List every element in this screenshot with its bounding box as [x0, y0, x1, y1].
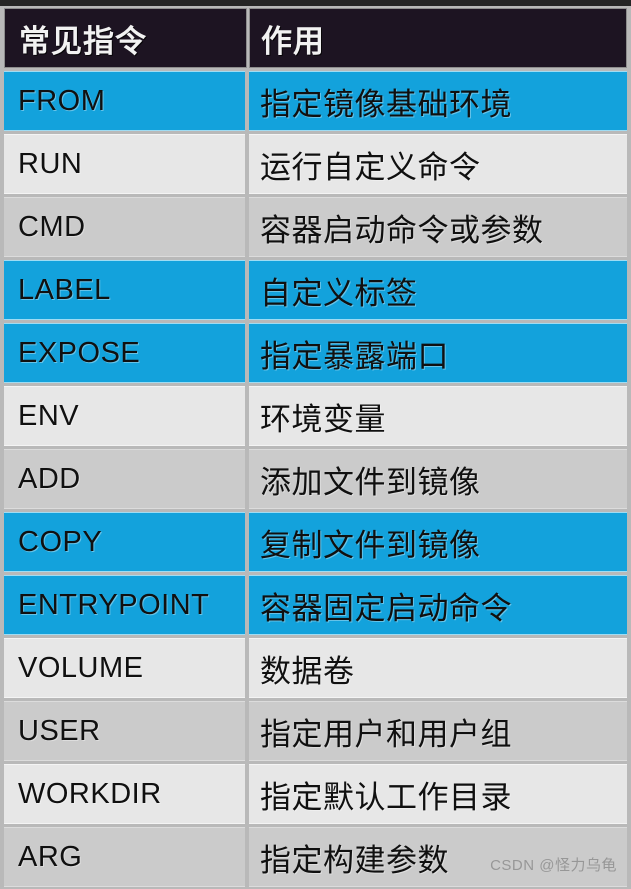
description-label: 环境变量 — [260, 401, 386, 437]
cell-description: 复制文件到镜像 — [249, 512, 627, 572]
table-row: COPY 复制文件到镜像 — [4, 511, 627, 574]
table-row: VOLUME 数据卷 — [4, 637, 627, 700]
header-cell-description: 作用 — [249, 8, 627, 68]
cell-description: 指定默认工作目录 — [249, 764, 627, 824]
description-label: 容器启动命令或参数 — [260, 212, 544, 248]
description-label: 自定义标签 — [260, 275, 418, 311]
command-label: FROM — [18, 84, 106, 117]
table-row: EXPOSE 指定暴露端口 — [4, 322, 627, 385]
cell-command: ENTRYPOINT — [4, 575, 245, 635]
cell-description: 添加文件到镜像 — [249, 449, 627, 509]
table-row: ADD 添加文件到镜像 — [4, 448, 627, 511]
docker-instruction-table-page: 常见指令 作用 FROM 指定镜像基础环境 RUN 运行自定义命令 CMD 容器启动命令或… — [0, 0, 631, 889]
header-description-label: 作用 — [261, 23, 325, 59]
cell-description: 指定暴露端口 — [249, 323, 627, 383]
cell-command: USER — [4, 701, 245, 761]
cell-description: 容器启动命令或参数 — [249, 197, 627, 257]
cell-command: CMD — [4, 197, 245, 257]
table-body: FROM 指定镜像基础环境 RUN 运行自定义命令 CMD 容器启动命令或参数 LABEL 自… — [4, 70, 627, 889]
table-row: ENTRYPOINT 容器固定启动命令 — [4, 574, 627, 637]
cell-command: RUN — [4, 134, 245, 194]
description-label: 复制文件到镜像 — [260, 527, 481, 563]
cell-command: ENV — [4, 386, 245, 446]
cell-description: 指定构建参数 — [249, 827, 627, 887]
cell-command: LABEL — [4, 260, 245, 320]
cell-command: FROM — [4, 71, 245, 131]
table-header-row: 常见指令 作用 — [4, 6, 627, 70]
command-label: ARG — [18, 840, 83, 873]
cell-description: 指定镜像基础环境 — [249, 71, 627, 131]
description-label: 指定暴露端口 — [260, 338, 449, 374]
description-label: 运行自定义命令 — [260, 149, 481, 185]
cell-description: 数据卷 — [249, 638, 627, 698]
table-row: USER 指定用户和用户组 — [4, 700, 627, 763]
command-label: ENTRYPOINT — [18, 588, 210, 621]
cell-command: WORKDIR — [4, 764, 245, 824]
command-label: LABEL — [18, 273, 111, 306]
instruction-table: 常见指令 作用 FROM 指定镜像基础环境 RUN 运行自定义命令 CMD 容器启动命令或… — [0, 6, 631, 889]
cell-command: EXPOSE — [4, 323, 245, 383]
table-row: FROM 指定镜像基础环境 — [4, 70, 627, 133]
table-row: CMD 容器启动命令或参数 — [4, 196, 627, 259]
description-label: 添加文件到镜像 — [260, 464, 481, 500]
command-label: ENV — [18, 399, 80, 432]
command-label: EXPOSE — [18, 336, 141, 369]
description-label: 指定默认工作目录 — [260, 779, 512, 815]
table-row: ENV 环境变量 — [4, 385, 627, 448]
table-row: ARG 指定构建参数 — [4, 826, 627, 889]
cell-description: 自定义标签 — [249, 260, 627, 320]
header-cell-command: 常见指令 — [4, 8, 247, 68]
command-label: CMD — [18, 210, 86, 243]
cell-command: ADD — [4, 449, 245, 509]
description-label: 指定构建参数 — [260, 842, 449, 878]
description-label: 指定镜像基础环境 — [260, 86, 512, 122]
table-row: LABEL 自定义标签 — [4, 259, 627, 322]
cell-description: 环境变量 — [249, 386, 627, 446]
command-label: RUN — [18, 147, 83, 180]
command-label: ADD — [18, 462, 81, 495]
table-row: RUN 运行自定义命令 — [4, 133, 627, 196]
table-row: WORKDIR 指定默认工作目录 — [4, 763, 627, 826]
cell-command: COPY — [4, 512, 245, 572]
header-command-label: 常见指令 — [19, 23, 147, 59]
command-label: VOLUME — [18, 651, 144, 684]
cell-command: VOLUME — [4, 638, 245, 698]
description-label: 数据卷 — [260, 653, 355, 689]
cell-command: ARG — [4, 827, 245, 887]
command-label: USER — [18, 714, 101, 747]
cell-description: 指定用户和用户组 — [249, 701, 627, 761]
command-label: WORKDIR — [18, 777, 162, 810]
cell-description: 运行自定义命令 — [249, 134, 627, 194]
description-label: 指定用户和用户组 — [260, 716, 512, 752]
cell-description: 容器固定启动命令 — [249, 575, 627, 635]
command-label: COPY — [18, 525, 103, 558]
description-label: 容器固定启动命令 — [260, 590, 512, 626]
